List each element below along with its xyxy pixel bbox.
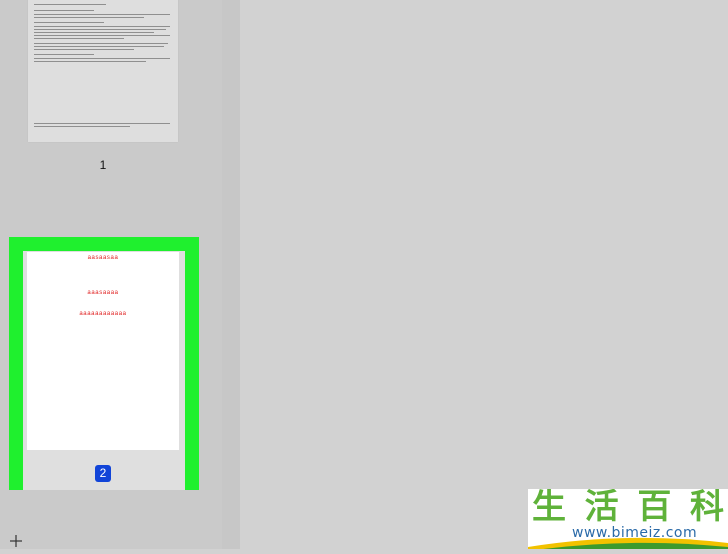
text-line (34, 32, 154, 33)
page-thumbnail-2[interactable]: aasaasaa aaasaaaa aaaaaaaaaaaa (27, 252, 179, 450)
text-line (34, 38, 124, 39)
text-line (34, 46, 164, 47)
page-thumbnails-sidebar: 1 aasaasaa aaasaaaa aaaaaaaaaaaa 2 (0, 0, 222, 549)
text-line (34, 10, 94, 11)
thumbnail-text-line: aaaaaaaaaaaa (79, 311, 127, 317)
thumbnail-text-line: aasaasaa (87, 255, 119, 261)
text-line (34, 58, 170, 59)
watermark-url: www.bimeiz.com (572, 525, 698, 541)
text-line (34, 35, 170, 36)
text-line (34, 123, 170, 124)
text-line (34, 4, 106, 5)
text-line (34, 14, 170, 15)
add-page-button[interactable] (8, 533, 24, 549)
page-number-1: 1 (99, 158, 107, 172)
text-line (34, 43, 168, 44)
watermark-logo: 生 活 百 科 www.bimeiz.com (528, 489, 728, 549)
document-canvas (240, 0, 728, 549)
thumbnail-text-line: aaasaaaa (87, 290, 119, 296)
text-line (34, 54, 94, 55)
watermark-char: 科 (689, 489, 724, 527)
watermark-char: 百 (637, 489, 672, 527)
plus-icon (10, 535, 22, 547)
text-line (34, 61, 146, 62)
sidebar-divider[interactable] (222, 0, 241, 549)
text-line (34, 17, 144, 18)
text-line (34, 126, 130, 127)
text-line (34, 26, 170, 27)
watermark-char: 生 (532, 489, 566, 527)
text-line (34, 49, 134, 50)
text-line (34, 29, 166, 30)
text-line (34, 22, 104, 23)
watermark-char: 活 (584, 489, 619, 527)
page-number-2-badge: 2 (95, 465, 111, 482)
page-thumbnail-1[interactable] (28, 0, 178, 142)
